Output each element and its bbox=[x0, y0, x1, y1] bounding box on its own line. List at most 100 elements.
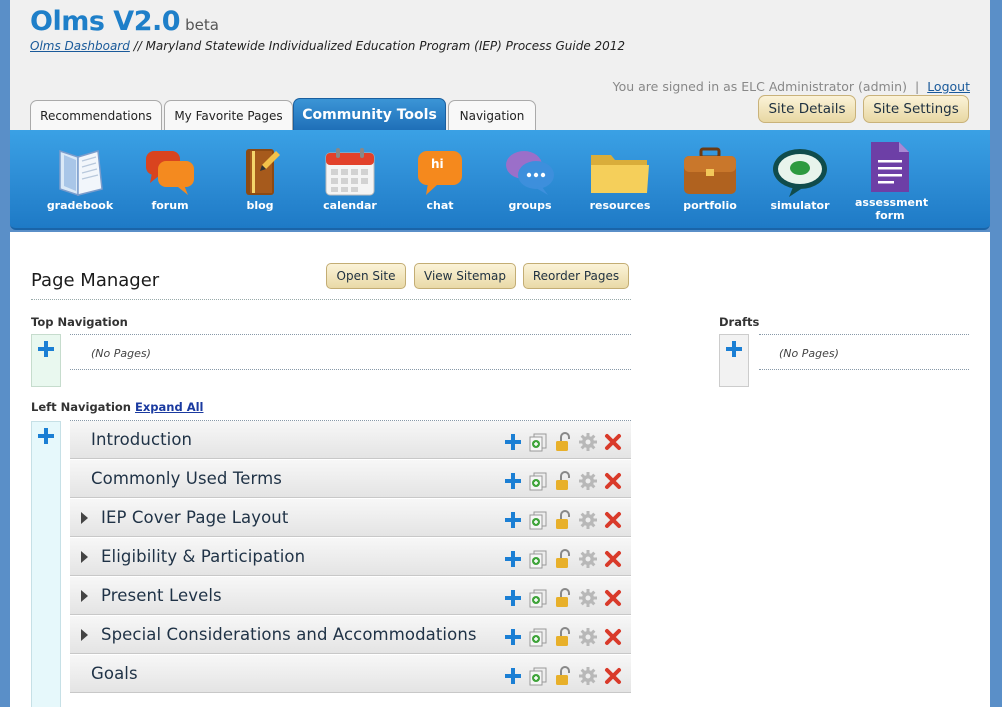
expand-arrow-icon[interactable] bbox=[81, 551, 88, 563]
tool-simulator-label: simulator bbox=[770, 199, 830, 212]
lock-icon[interactable] bbox=[553, 432, 573, 452]
copy-page-icon[interactable] bbox=[528, 432, 548, 452]
tool-calendar[interactable]: calendar bbox=[305, 143, 395, 212]
page-label[interactable]: Goals bbox=[91, 664, 138, 683]
tool-resources[interactable]: resources bbox=[575, 143, 665, 212]
settings-gear-icon[interactable] bbox=[578, 666, 598, 686]
delete-icon[interactable] bbox=[603, 471, 623, 491]
expand-arrow-icon[interactable] bbox=[81, 629, 88, 641]
page-label[interactable]: Commonly Used Terms bbox=[91, 469, 282, 488]
page-row[interactable]: Commonly Used Terms bbox=[70, 460, 631, 498]
add-child-icon[interactable] bbox=[503, 510, 523, 530]
tool-resources-label: resources bbox=[589, 199, 651, 212]
lock-icon[interactable] bbox=[553, 510, 573, 530]
lock-icon[interactable] bbox=[553, 666, 573, 686]
add-page-icon[interactable] bbox=[37, 427, 55, 445]
tool-simulator[interactable]: simulator bbox=[755, 143, 845, 212]
page-actions bbox=[503, 510, 623, 530]
divider bbox=[70, 369, 631, 370]
chat-glyph: hi bbox=[431, 157, 444, 171]
add-child-icon[interactable] bbox=[503, 432, 523, 452]
tab-navigation[interactable]: Navigation bbox=[448, 100, 536, 130]
divider bbox=[759, 369, 969, 370]
settings-gear-icon[interactable] bbox=[578, 627, 598, 647]
tool-gradebook[interactable]: gradebook bbox=[35, 143, 125, 212]
add-child-icon[interactable] bbox=[503, 588, 523, 608]
page-label[interactable]: Introduction bbox=[91, 430, 192, 449]
page-row[interactable]: Present Levels bbox=[70, 577, 631, 615]
settings-gear-icon[interactable] bbox=[578, 549, 598, 569]
page-label[interactable]: Eligibility & Participation bbox=[101, 547, 305, 566]
tab-my-favorite-pages[interactable]: My Favorite Pages bbox=[164, 100, 293, 130]
copy-page-icon[interactable] bbox=[528, 588, 548, 608]
signed-in-text: You are signed in as ELC Administrator (… bbox=[612, 79, 907, 94]
tool-gradebook-label: gradebook bbox=[46, 199, 114, 212]
account-info: You are signed in as ELC Administrator (… bbox=[613, 79, 970, 94]
breadcrumb-dashboard-link[interactable]: Olms Dashboard bbox=[30, 39, 130, 53]
lock-icon[interactable] bbox=[553, 588, 573, 608]
settings-gear-icon[interactable] bbox=[578, 471, 598, 491]
tab-community-tools[interactable]: Community Tools bbox=[293, 98, 446, 130]
view-sitemap-button[interactable]: View Sitemap bbox=[414, 263, 516, 289]
page-row[interactable]: Special Considerations and Accommodation… bbox=[70, 616, 631, 654]
copy-page-icon[interactable] bbox=[528, 627, 548, 647]
lock-icon[interactable] bbox=[553, 627, 573, 647]
settings-gear-icon[interactable] bbox=[578, 510, 598, 530]
add-draft-icon[interactable] bbox=[725, 340, 743, 358]
tool-forum[interactable]: forum bbox=[125, 143, 215, 212]
page-row[interactable]: Goals bbox=[70, 655, 631, 693]
site-settings-button[interactable]: Site Settings bbox=[863, 95, 969, 123]
top-navigation-add-column bbox=[31, 334, 61, 387]
delete-icon[interactable] bbox=[603, 510, 623, 530]
add-page-icon[interactable] bbox=[37, 340, 55, 358]
copy-page-icon[interactable] bbox=[528, 549, 548, 569]
delete-icon[interactable] bbox=[603, 432, 623, 452]
add-child-icon[interactable] bbox=[503, 627, 523, 647]
tool-assessment-form-label: assessment form bbox=[855, 196, 929, 222]
left-navigation-add-column bbox=[31, 421, 61, 707]
logout-link[interactable]: Logout bbox=[927, 79, 970, 94]
delete-icon[interactable] bbox=[603, 627, 623, 647]
top-navigation-empty: (No Pages) bbox=[91, 347, 151, 360]
tool-portfolio[interactable]: portfolio bbox=[665, 143, 755, 212]
expand-all-link[interactable]: Expand All bbox=[135, 400, 203, 414]
page-label[interactable]: Present Levels bbox=[101, 586, 222, 605]
tool-blog[interactable]: blog bbox=[215, 143, 305, 212]
settings-gear-icon[interactable] bbox=[578, 588, 598, 608]
expand-arrow-icon[interactable] bbox=[81, 512, 88, 524]
divider bbox=[759, 334, 969, 335]
delete-icon[interactable] bbox=[603, 549, 623, 569]
add-child-icon[interactable] bbox=[503, 549, 523, 569]
tab-recommendations[interactable]: Recommendations bbox=[30, 100, 162, 130]
app-title: Olms V2.0 bbox=[30, 6, 181, 37]
lock-icon[interactable] bbox=[553, 549, 573, 569]
page-label[interactable]: Special Considerations and Accommodation… bbox=[101, 625, 477, 644]
lock-icon[interactable] bbox=[553, 471, 573, 491]
drafts-add-column bbox=[719, 334, 749, 387]
page-row[interactable]: Introduction bbox=[70, 421, 631, 459]
add-child-icon[interactable] bbox=[503, 471, 523, 491]
copy-page-icon[interactable] bbox=[528, 471, 548, 491]
tool-forum-label: forum bbox=[151, 199, 189, 212]
gradebook-icon bbox=[59, 149, 103, 197]
tool-groups[interactable]: groups bbox=[485, 143, 575, 212]
page-row[interactable]: Eligibility & Participation bbox=[70, 538, 631, 576]
separator: | bbox=[914, 79, 920, 94]
delete-icon[interactable] bbox=[603, 588, 623, 608]
copy-page-icon[interactable] bbox=[528, 510, 548, 530]
page-actions bbox=[503, 549, 623, 569]
copy-page-icon[interactable] bbox=[528, 666, 548, 686]
reorder-pages-button[interactable]: Reorder Pages bbox=[523, 263, 629, 289]
site-details-button[interactable]: Site Details bbox=[758, 95, 856, 123]
settings-gear-icon[interactable] bbox=[578, 432, 598, 452]
page-label[interactable]: IEP Cover Page Layout bbox=[101, 508, 288, 527]
tool-assessment-form[interactable]: assessment form bbox=[845, 138, 935, 222]
tool-chat[interactable]: hi chat bbox=[395, 143, 485, 212]
expand-arrow-icon[interactable] bbox=[81, 590, 88, 602]
delete-icon[interactable] bbox=[603, 666, 623, 686]
page-row[interactable]: IEP Cover Page Layout bbox=[70, 499, 631, 537]
header: Olms V2.0 beta Olms Dashboard // Marylan… bbox=[10, 0, 990, 132]
add-child-icon[interactable] bbox=[503, 666, 523, 686]
groups-icon bbox=[506, 151, 554, 195]
open-site-button[interactable]: Open Site bbox=[326, 263, 406, 289]
